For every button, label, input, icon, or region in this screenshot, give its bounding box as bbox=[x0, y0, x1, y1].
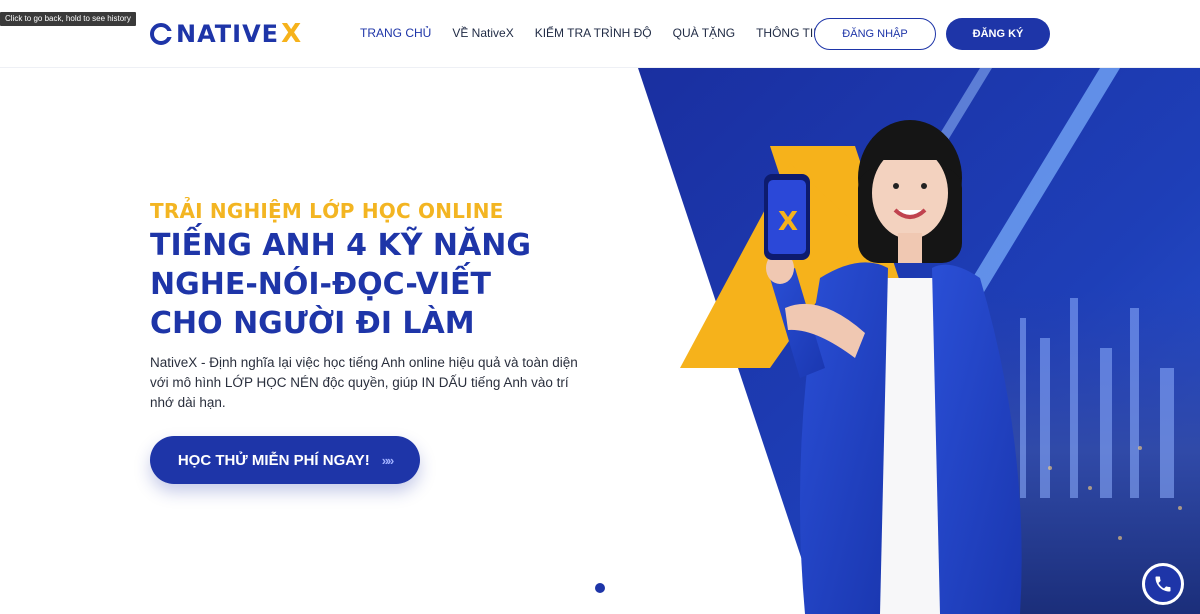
nativex-logo[interactable]: NATIVE X bbox=[150, 19, 302, 49]
phone-screen-x: X bbox=[778, 207, 798, 237]
phone-icon bbox=[1155, 576, 1171, 592]
site-header: NATIVE X TRANG CHỦ VỀ NativeX KIỂM TRA T… bbox=[0, 0, 1200, 68]
phone-call-button[interactable] bbox=[1142, 563, 1184, 605]
free-trial-button[interactable]: HỌC THỬ MIỄN PHÍ NGAY! »» bbox=[150, 436, 420, 484]
back-history-tooltip: Click to go back, hold to see history bbox=[0, 12, 136, 26]
hero-title: TIẾNG ANH 4 KỸ NĂNG NGHE-NÓI-ĐỌC-VIẾT CH… bbox=[150, 226, 590, 343]
nav-item-level-test[interactable]: KIỂM TRA TRÌNH ĐỘ bbox=[535, 26, 652, 40]
nav-item-info[interactable]: THÔNG TIN bbox=[756, 26, 822, 40]
login-button[interactable]: ĐĂNG NHẬP bbox=[814, 18, 936, 50]
hero-subtitle: TRẢI NGHIỆM LỚP HỌC ONLINE bbox=[150, 199, 504, 223]
logo-x: X bbox=[281, 19, 302, 49]
main-nav: TRANG CHỦ VỀ NativeX KIỂM TRA TRÌNH ĐỘ Q… bbox=[360, 26, 843, 40]
hero-illustration: X bbox=[638, 68, 1200, 614]
nativex-logo-icon bbox=[150, 23, 173, 45]
slider-dot[interactable] bbox=[595, 583, 605, 593]
register-button[interactable]: ĐĂNG KÝ bbox=[946, 18, 1050, 50]
nav-item-home[interactable]: TRANG CHỦ bbox=[360, 26, 431, 40]
hero-description: NativeX - Định nghĩa lại việc học tiếng … bbox=[150, 355, 578, 410]
hero-title-line-3: CHO NGƯỜI ĐI LÀM bbox=[150, 306, 475, 341]
hero-title-line-1: TIẾNG ANH 4 KỸ NĂNG bbox=[150, 228, 531, 263]
logo-text: NATIVE bbox=[176, 20, 280, 48]
nav-item-about[interactable]: VỀ NativeX bbox=[452, 26, 513, 40]
hero-title-line-2: NGHE-NÓI-ĐỌC-VIẾT bbox=[150, 267, 491, 302]
nav-item-gifts[interactable]: QUÀ TẶNG bbox=[673, 26, 735, 40]
free-trial-label: HỌC THỬ MIỄN PHÍ NGAY! bbox=[177, 451, 370, 469]
double-chevron-right-icon: »» bbox=[381, 452, 395, 468]
hero-image: X bbox=[620, 68, 1200, 614]
